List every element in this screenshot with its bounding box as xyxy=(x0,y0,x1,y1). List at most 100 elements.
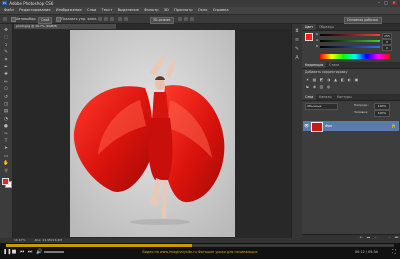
distribute-h-icon[interactable] xyxy=(124,17,128,21)
fill-field[interactable]: 100% xyxy=(374,110,390,117)
menu-type[interactable]: Текст xyxy=(102,7,113,14)
video-player-bar: ❚❚ ■ ⏮ ⏭ 🔊 Видео на www.imaginarysite.ru… xyxy=(0,243,400,259)
crop-tool[interactable]: ⌗ xyxy=(3,58,9,63)
healing-tool[interactable]: ✚ xyxy=(3,72,9,77)
tab-paths[interactable]: Контуры xyxy=(334,94,355,100)
channel-slider-r[interactable] xyxy=(320,34,380,36)
play-pause-icon[interactable]: ❚❚ xyxy=(3,249,11,255)
blend-mode-select[interactable]: Обычные xyxy=(305,103,338,110)
zoom-level[interactable]: 16,67% xyxy=(14,238,25,242)
tab-channels[interactable]: Каналы xyxy=(316,94,335,100)
menu-filter[interactable]: Фильтр xyxy=(144,7,158,14)
maximize-button[interactable]: □ xyxy=(383,1,389,5)
path-select-tool[interactable]: ➤ xyxy=(3,146,9,151)
layer-visibility-icon[interactable]: 👁 xyxy=(304,124,309,128)
eyedropper-tool[interactable]: ✒ xyxy=(3,65,9,70)
hand-tool[interactable]: ✋ xyxy=(3,161,9,166)
lasso-icon: ↄ xyxy=(4,42,8,48)
lasso-tool[interactable]: ↄ xyxy=(3,43,9,48)
volume-slider[interactable] xyxy=(44,251,64,253)
history-panel-icon[interactable]: ⧗ xyxy=(294,28,300,34)
fullscreen-icon[interactable]: ⛶ xyxy=(391,249,397,255)
panel-fg-swatch[interactable] xyxy=(305,33,313,41)
tab-swatches[interactable]: Образцы xyxy=(316,24,337,30)
channel-slider-b[interactable] xyxy=(320,46,380,48)
color-panel-tabs: Цвет Образцы xyxy=(302,24,400,31)
gradient-tool[interactable]: ▤ xyxy=(3,109,9,114)
align-bottom-icon[interactable] xyxy=(110,17,114,21)
layer-row[interactable]: 👁 Фон 🔒 xyxy=(303,121,399,132)
volume-icon[interactable]: 🔊 xyxy=(36,249,42,255)
3d-rotate-icon[interactable] xyxy=(178,17,182,21)
eraser-tool[interactable]: ◫ xyxy=(3,102,9,107)
workspace-select[interactable]: Основная рабочая среда xyxy=(344,16,382,27)
minimize-button[interactable]: – xyxy=(376,1,382,5)
marquee-tool[interactable]: ⬚ xyxy=(3,35,9,40)
align-top-icon[interactable] xyxy=(98,17,102,21)
color-spectrum-ramp[interactable] xyxy=(320,54,390,59)
distribute-icon[interactable] xyxy=(118,17,122,21)
tab-color[interactable]: Цвет xyxy=(302,24,317,30)
tab-styles[interactable]: Стили xyxy=(326,62,342,68)
adjustment-3-icon[interactable]: ◩ xyxy=(319,77,324,82)
channel-value-b[interactable]: 0 xyxy=(382,45,392,51)
clone-stamp-icon: ⎔ xyxy=(4,87,8,93)
menu-window[interactable]: Окно xyxy=(198,7,208,14)
adjustment-7-icon[interactable]: ◐ xyxy=(347,77,352,82)
foreground-color-swatch[interactable] xyxy=(2,178,9,185)
adjustment-9-icon[interactable]: ☯ xyxy=(305,84,310,89)
path-select-icon: ➤ xyxy=(4,146,8,152)
zoom-tool[interactable]: ⚲ xyxy=(3,169,9,174)
quick-select-tool[interactable]: ✎ xyxy=(3,50,9,55)
adjustment-10-icon[interactable]: ◈ xyxy=(312,84,317,89)
shape-tool[interactable]: ▭ xyxy=(3,154,9,159)
menu-3d[interactable]: 3D xyxy=(164,7,169,14)
channel-slider-g[interactable] xyxy=(320,40,380,42)
layer-name[interactable]: Фон xyxy=(325,123,332,129)
menu-help[interactable]: Справка xyxy=(213,7,229,14)
menu-file[interactable]: Файл xyxy=(4,7,14,14)
menu-view[interactable]: Просмотр xyxy=(174,7,192,14)
auto-select-dropdown[interactable]: Слой xyxy=(38,16,53,24)
adjustment-12-icon[interactable]: ◍ xyxy=(326,84,331,89)
quick-select-icon: ✎ xyxy=(4,50,8,56)
adjustment-8-icon[interactable]: ▣ xyxy=(354,77,359,82)
character-panel-icon[interactable]: A xyxy=(294,55,300,61)
dodge-tool[interactable]: ● xyxy=(3,124,9,129)
blur-icon: ◔ xyxy=(4,116,8,122)
previous-icon[interactable]: ⏮ xyxy=(19,249,25,255)
layer-thumbnail xyxy=(311,122,323,132)
move-tool-preset-icon[interactable] xyxy=(3,17,7,21)
type-tool[interactable]: T xyxy=(3,139,9,144)
adjustment-6-icon[interactable]: ◧ xyxy=(340,77,345,82)
3d-pan-icon[interactable] xyxy=(190,17,194,21)
brush-panel-icon[interactable]: ✎ xyxy=(294,46,300,52)
blur-tool[interactable]: ◔ xyxy=(3,117,9,122)
3d-roll-icon[interactable] xyxy=(184,17,188,21)
menu-image[interactable]: Изображение xyxy=(56,7,82,14)
menu-edit[interactable]: Редактирование xyxy=(19,7,50,14)
adjustment-1-icon[interactable]: ☀ xyxy=(305,77,310,82)
adjustment-5-icon[interactable]: ▲ xyxy=(333,77,338,82)
adjustment-2-icon[interactable]: ▦ xyxy=(312,77,317,82)
properties-panel-icon[interactable]: ≡ xyxy=(294,37,300,43)
tab-adjustments[interactable]: Коррекция xyxy=(302,62,327,68)
clone-stamp-tool[interactable]: ⎔ xyxy=(3,87,9,92)
pen-tool[interactable]: ✑ xyxy=(3,132,9,137)
stop-icon[interactable]: ■ xyxy=(11,249,17,255)
history-brush-tool[interactable]: ↺ xyxy=(3,95,9,100)
align-middle-icon[interactable] xyxy=(104,17,108,21)
close-button[interactable]: × xyxy=(391,1,397,5)
adjustment-11-icon[interactable]: ▥ xyxy=(319,84,324,89)
tab-layers[interactable]: Слои xyxy=(302,94,317,100)
adjustment-4-icon[interactable]: ◑ xyxy=(326,77,331,82)
canvas-photo[interactable] xyxy=(70,30,235,237)
menu-layer[interactable]: Слои xyxy=(87,7,96,14)
next-icon[interactable]: ⏭ xyxy=(27,249,33,255)
eraser-icon: ◫ xyxy=(3,102,9,107)
brush-tool[interactable]: ✏ xyxy=(3,80,9,85)
3d-mode-button[interactable]: 3D-режим: xyxy=(150,16,175,24)
menu-select[interactable]: Выделение xyxy=(118,7,139,14)
move-tool[interactable]: ✥ xyxy=(3,28,9,33)
opacity-field[interactable]: 100% xyxy=(374,103,390,110)
